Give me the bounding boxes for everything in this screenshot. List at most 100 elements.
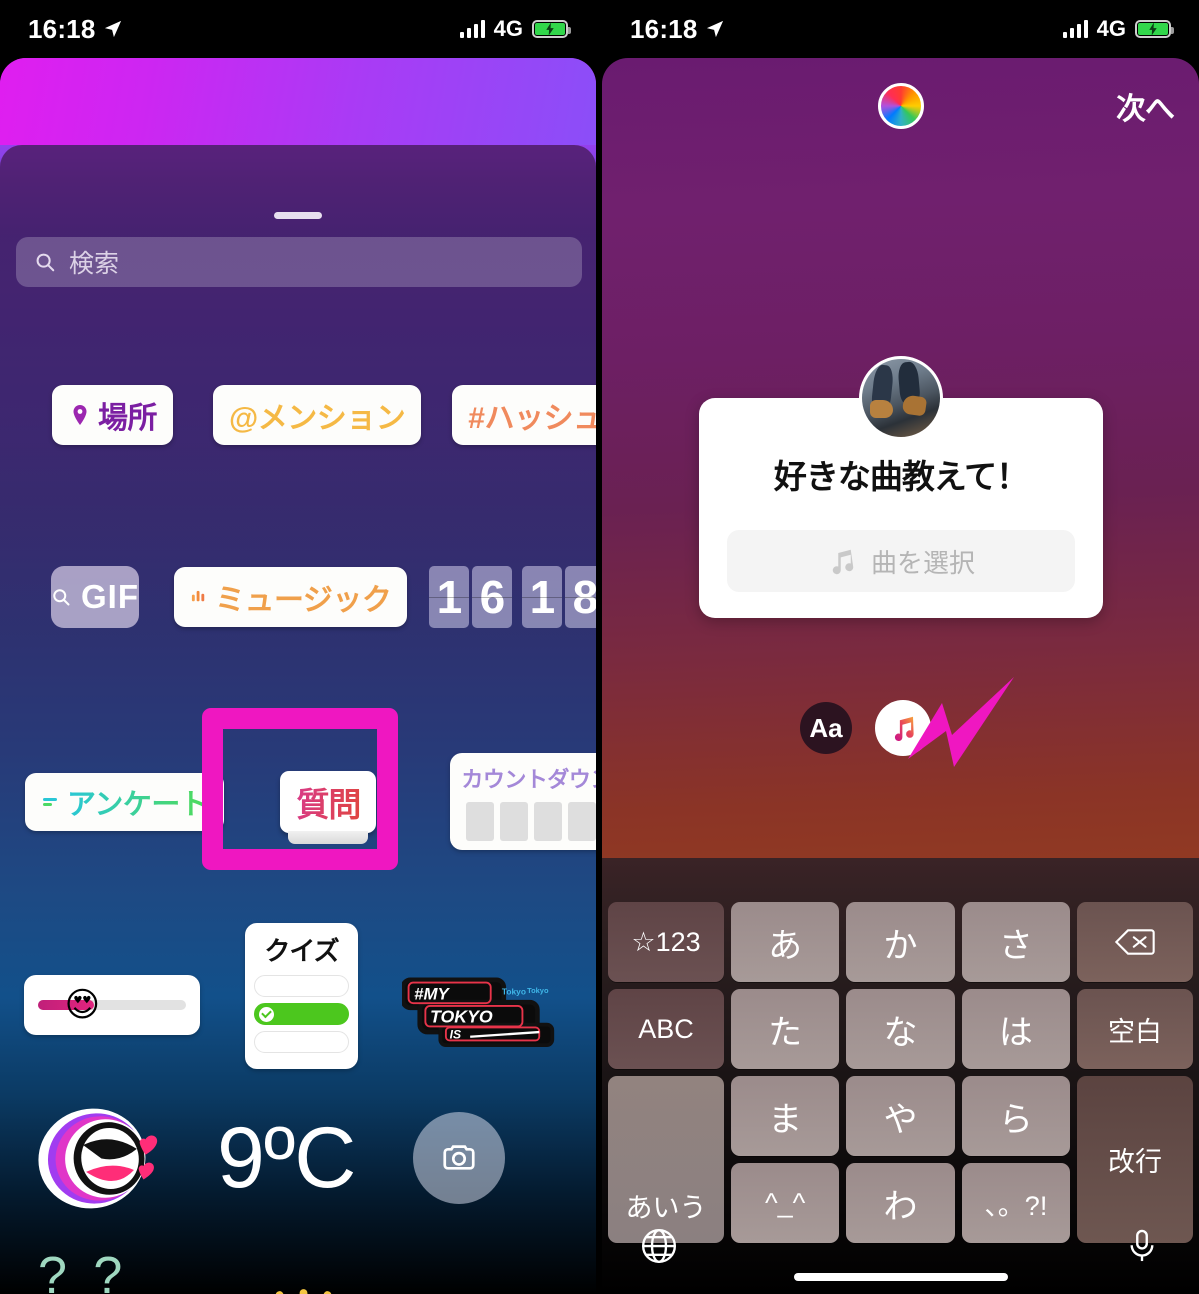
microphone-icon[interactable] xyxy=(1123,1227,1161,1265)
clock-minute: 1 8 xyxy=(522,566,596,628)
sticker-grid: 場所 @メンション #ハッシュタグ xyxy=(0,358,596,1294)
color-wheel-icon[interactable] xyxy=(877,83,924,129)
keyboard-grid: ☆123 あ か さ ABC た な は 空白 あいう ま や ら 改行 ^_^… xyxy=(602,902,1199,1243)
status-time-text: 16:18 xyxy=(630,13,698,44)
sticker-row-5: 9ºC xyxy=(0,1103,596,1213)
question-sticker-card[interactable]: 好きな曲教えて！ 曲を選択 xyxy=(699,356,1103,618)
sticker-question[interactable]: 質問 xyxy=(280,770,377,844)
location-pin-icon xyxy=(68,403,92,427)
text-style-button[interactable]: Aa xyxy=(800,702,852,754)
story-canvas-right: 次へ 好きな曲教えて！ 曲を選択 Aa ☆123 あ か さ ABC た な は… xyxy=(602,58,1199,1294)
search-icon xyxy=(34,251,56,273)
key-na[interactable]: な xyxy=(846,989,955,1069)
sticker-crying-bunny[interactable] xyxy=(441,1283,596,1294)
sticker-camera[interactable] xyxy=(413,1112,506,1204)
clock-hour: 1 6 xyxy=(429,566,513,628)
sticker-row-4: 😍 クイズ #MY TOKYO IS Tokyo Tokyo xyxy=(0,923,596,1069)
sticker-question-marks[interactable]: ? ? ? ? xyxy=(38,1246,162,1294)
sticker-row-1: 場所 @メンション #ハッシュタグ xyxy=(0,385,596,445)
key-space[interactable]: 空白 xyxy=(1077,989,1193,1069)
sticker-quiz-label: クイズ xyxy=(264,936,339,966)
battery-charging-icon xyxy=(1135,20,1174,38)
countdown-digits xyxy=(461,802,596,841)
music-note-icon xyxy=(827,546,857,576)
slider-emoji: 😍 xyxy=(64,986,101,1024)
left-phone-screen: 16:18 4G 検索 場所 @メンション #ハッシュ GIF ミュージック 1… xyxy=(0,0,596,1294)
sticker-gif-label: GIF xyxy=(81,578,139,615)
sticker-music[interactable]: ミュージック xyxy=(174,567,408,627)
sticker-row-3: アンケート 質問 カウントダウン xyxy=(0,753,596,850)
sticker-mouth[interactable] xyxy=(32,1103,167,1213)
status-indicators-right: 4G xyxy=(1062,16,1174,42)
sticker-location[interactable]: 場所 xyxy=(52,385,173,445)
signal-bars-icon xyxy=(1062,20,1088,38)
sticker-music-label: ミュージック xyxy=(215,584,392,617)
avatar xyxy=(859,356,943,440)
clock-digit: 1 xyxy=(429,566,470,628)
sticker-countdown-label: カウントダウン xyxy=(461,767,596,792)
sticker-row-2: GIF ミュージック 1 6 1 8 xyxy=(0,566,596,628)
network-type-label: 4G xyxy=(493,16,523,41)
home-indicator xyxy=(793,1273,1008,1281)
sticker-countdown[interactable]: カウントダウン xyxy=(450,753,596,850)
sticker-temperature[interactable]: 9ºC xyxy=(217,1109,356,1208)
clock-digit: 6 xyxy=(472,566,513,628)
question-title: 好きな曲教えて！ xyxy=(773,458,1029,495)
key-ka[interactable]: か xyxy=(846,902,955,982)
sticker-hashtag-label: #ハッシュタグ xyxy=(468,402,596,435)
keyboard: ☆123 あ か さ ABC た な は 空白 あいう ま や ら 改行 ^_^… xyxy=(602,858,1199,1294)
select-song-button[interactable]: 曲を選択 xyxy=(727,530,1075,592)
location-arrow-icon xyxy=(104,20,122,38)
quiz-option-selected xyxy=(254,1003,349,1025)
key-sa[interactable]: さ xyxy=(961,902,1070,982)
network-type-label: 4G xyxy=(1096,16,1126,41)
globe-icon[interactable] xyxy=(640,1227,678,1265)
svg-text:#MY: #MY xyxy=(414,984,450,1003)
sticker-quiz[interactable]: クイズ xyxy=(245,923,358,1069)
story-background-strip xyxy=(0,58,596,145)
signal-bars-icon xyxy=(459,20,485,38)
select-song-label: 曲を選択 xyxy=(870,547,975,578)
poll-icon xyxy=(41,792,61,812)
sticker-bunny-pair[interactable] xyxy=(202,1282,407,1294)
status-time-left: 16:18 xyxy=(28,14,122,45)
key-symbols[interactable]: ☆123 xyxy=(608,902,724,982)
sticker-clock[interactable]: 1 6 1 8 xyxy=(429,566,596,628)
status-time-right: 16:18 xyxy=(630,14,724,45)
key-ha[interactable]: は xyxy=(961,989,1070,1069)
sticker-hashtag[interactable]: #ハッシュタグ xyxy=(452,385,596,445)
sticker-neon-tokyo[interactable]: #MY TOKYO IS Tokyo Tokyo xyxy=(402,963,557,1047)
sticker-poll[interactable]: アンケート xyxy=(25,772,225,831)
annotation-arrow xyxy=(902,673,1022,808)
status-time-text: 16:18 xyxy=(28,13,96,44)
key-ra[interactable]: ら xyxy=(961,1076,1070,1156)
composer-toolbar: 次へ xyxy=(602,58,1199,154)
sticker-question-marks-label: ? ? ? ? xyxy=(38,1247,129,1294)
quiz-option xyxy=(254,1031,349,1053)
key-ya[interactable]: や xyxy=(846,1076,955,1156)
sticker-emoji-slider[interactable]: 😍 xyxy=(24,975,200,1035)
sticker-gif[interactable]: GIF xyxy=(51,566,139,628)
search-placeholder: 検索 xyxy=(69,250,120,278)
search-icon xyxy=(51,587,71,607)
story-canvas-left: 検索 場所 @メンション #ハッシュタグ xyxy=(0,58,596,1294)
slider-track: 😍 xyxy=(38,988,186,1022)
sticker-question-label: 質問 xyxy=(296,778,361,826)
delete-icon xyxy=(1115,928,1155,956)
svg-text:TOKYO: TOKYO xyxy=(430,1007,493,1027)
key-delete[interactable] xyxy=(1077,902,1193,982)
sheet-grabber[interactable] xyxy=(274,212,322,219)
status-bar-right: 16:18 4G xyxy=(602,0,1199,58)
key-a[interactable]: あ xyxy=(731,902,840,982)
sticker-mention[interactable]: @メンション xyxy=(213,385,422,445)
clock-digit: 8 xyxy=(565,566,596,628)
key-abc[interactable]: ABC xyxy=(608,989,724,1069)
search-input[interactable]: 検索 xyxy=(16,237,582,287)
key-ma[interactable]: ま xyxy=(731,1076,840,1156)
key-ta[interactable]: た xyxy=(731,989,840,1069)
camera-icon xyxy=(440,1139,478,1177)
next-button[interactable]: 次へ xyxy=(1116,84,1175,128)
sticker-row-6: ? ? ? ? xyxy=(0,1246,596,1294)
svg-text:IS: IS xyxy=(450,1028,461,1042)
location-arrow-icon xyxy=(706,20,724,38)
